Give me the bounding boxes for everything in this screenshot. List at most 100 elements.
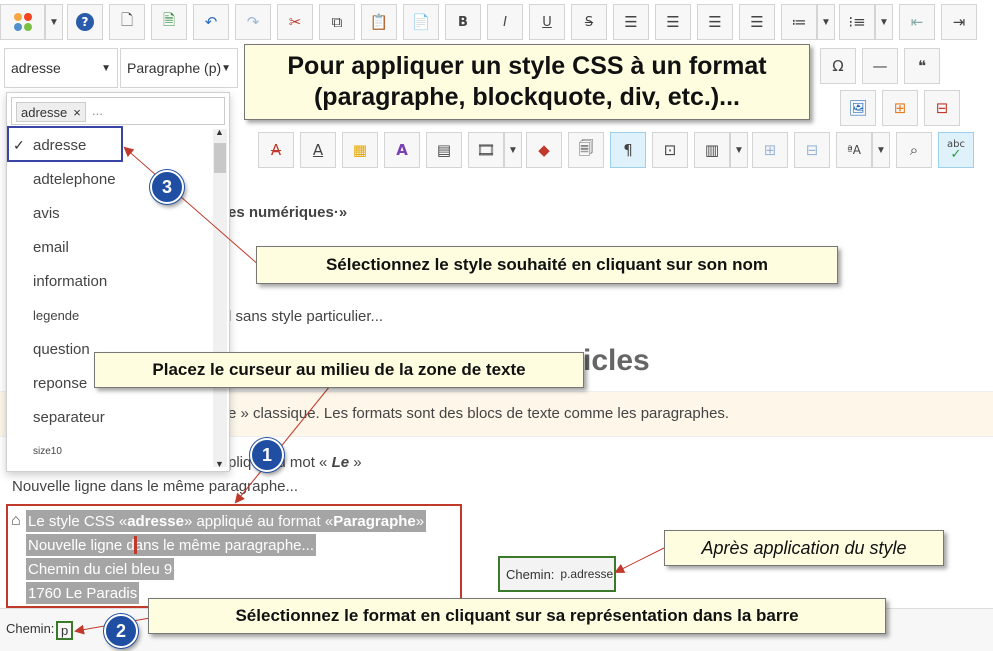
editor-line: pliq u mot « Le »	[228, 454, 362, 471]
format-select[interactable]: Paragraphe (p) ▼	[120, 48, 238, 88]
media-caret[interactable]: ▼	[504, 132, 522, 168]
text-color-icon[interactable]: A	[384, 132, 420, 168]
numbered-list-caret[interactable]: ▼	[817, 4, 835, 40]
show-blocks-button[interactable]: ¶	[610, 132, 646, 168]
style-option[interactable]: adresse	[33, 137, 86, 154]
search-placeholder[interactable]: ...	[92, 103, 103, 118]
style-option[interactable]: size10	[33, 446, 62, 457]
find-icon[interactable]: ⌕	[896, 132, 932, 168]
delete-row-icon[interactable]: ⊟	[924, 90, 960, 126]
style-option[interactable]: separateur	[33, 409, 105, 426]
callout-select-style: Sélectionnez le style souhaité en cliqua…	[256, 246, 838, 284]
text-fragment: »	[349, 454, 362, 471]
align-justify-icon[interactable]: ☰	[613, 4, 649, 40]
bullet-list-caret[interactable]: ▼	[875, 4, 893, 40]
text-fragment: Le style CSS «	[28, 512, 128, 530]
style-option[interactable]: question	[33, 341, 90, 358]
spellcheck-button[interactable]: abc ✓	[938, 132, 974, 168]
redo-icon[interactable]: ↷	[235, 4, 271, 40]
step-1-marker: 1	[250, 438, 284, 472]
scroll-thumb[interactable]	[214, 143, 226, 173]
chevron-down-icon[interactable]: ▼	[215, 459, 224, 469]
paste-icon[interactable]: 📋	[361, 4, 397, 40]
strikethrough-button[interactable]: S	[571, 4, 607, 40]
blocks-icon[interactable]: ◆	[526, 132, 562, 168]
selected-line: Le style CSS « adresse » appliqué au for…	[26, 510, 427, 532]
align-right-icon[interactable]: ☰	[739, 4, 775, 40]
style-option[interactable]: avis	[33, 205, 60, 222]
image-icon[interactable]: 🖼	[840, 90, 876, 126]
style-dropdown: adresse × ... ✓ adresse adtelephone avis…	[6, 92, 230, 472]
joomla-icon[interactable]	[0, 4, 45, 40]
chevron-down-icon: ▼	[221, 62, 231, 74]
new-document-icon[interactable]: 🗋	[109, 4, 145, 40]
underline-text-icon[interactable]: A	[300, 132, 336, 168]
style-option[interactable]: reponse	[33, 375, 87, 392]
horizontal-rule-icon[interactable]: —	[862, 48, 898, 84]
callout-select-format: Sélectionnez le format en cliquant sur s…	[148, 598, 886, 634]
table-caret[interactable]: ▼	[730, 132, 748, 168]
undo-icon[interactable]: ↶	[193, 4, 229, 40]
after-path-value: p.adresse	[560, 567, 614, 581]
close-icon[interactable]: ×	[73, 105, 81, 120]
text-cursor	[134, 536, 137, 554]
style-option[interactable]: legende	[33, 308, 79, 323]
underline-button[interactable]: U	[529, 4, 565, 40]
path-element-p[interactable]: p	[56, 621, 74, 640]
text-fragment: » appliqué au format «	[183, 512, 334, 530]
callout-place-cursor: Placez le curseur au milieu de la zone d…	[94, 352, 584, 388]
style-select-value: adresse	[11, 60, 61, 76]
help-icon[interactable]: ?	[67, 4, 103, 40]
editor-line: Nouvelle ligne dans le même paragraphe..…	[12, 478, 299, 495]
remove-format-icon[interactable]: A	[258, 132, 294, 168]
template-icon[interactable]: ▦	[342, 132, 378, 168]
chevron-up-icon[interactable]: ▲	[215, 127, 224, 137]
style-option[interactable]: information	[33, 273, 107, 290]
italic-button[interactable]: I	[487, 4, 523, 40]
text-fragment: »	[415, 512, 425, 530]
align-left-icon[interactable]: ☰	[655, 4, 691, 40]
delete-column-icon[interactable]: ⊟	[794, 132, 830, 168]
selected-line: Nouvelle ligne dans le même paragraphe..…	[26, 534, 317, 556]
emphasis: Le	[331, 454, 350, 471]
chevron-down-icon: ▼	[101, 62, 111, 74]
joomla-dropdown-caret[interactable]: ▼	[45, 4, 63, 40]
style-option[interactable]: email	[33, 239, 69, 256]
media-icon[interactable]: 🎞	[468, 132, 504, 168]
text-fragment: pliq	[228, 454, 252, 471]
copy-icon[interactable]: ⧉	[319, 4, 355, 40]
selected-line: 1760 Le Paradis	[26, 582, 140, 604]
font-size-caret[interactable]: ▼	[872, 132, 890, 168]
numbered-list-icon[interactable]: ≔	[781, 4, 817, 40]
layout-icon[interactable]: ▤	[426, 132, 462, 168]
selected-style-tag: adresse ×	[16, 102, 86, 122]
outdent-icon[interactable]: ⇤	[899, 4, 935, 40]
paste-text-icon[interactable]: 📄	[403, 4, 439, 40]
style-select[interactable]: adresse ▼	[4, 48, 118, 88]
page-break-icon[interactable]: ⊡	[652, 132, 688, 168]
insert-row-icon[interactable]: ⊞	[882, 90, 918, 126]
insert-file-icon[interactable]: 🗎	[151, 4, 187, 40]
indent-icon[interactable]: ⇥	[941, 4, 977, 40]
style-option[interactable]: adtelephone	[33, 171, 116, 188]
editor-line: es numériques·»	[228, 204, 348, 221]
blockquote-button[interactable]: ❝	[904, 48, 940, 84]
text-fragment: adresse	[127, 512, 184, 530]
selected-line: Chemin du ciel bleu 9	[26, 558, 175, 580]
step-2-marker: 2	[104, 614, 138, 648]
bullet-list-icon[interactable]: ⁝≡	[839, 4, 875, 40]
cut-icon[interactable]: ✂	[277, 4, 313, 40]
bold-button[interactable]: B	[445, 4, 481, 40]
check-icon: ✓	[950, 147, 962, 162]
page-icon[interactable]: 🗐	[568, 132, 604, 168]
font-size-icon[interactable]: ªA	[836, 132, 872, 168]
text-fragment: u mot «	[277, 454, 332, 471]
table-icon[interactable]: ▥	[694, 132, 730, 168]
special-char-button[interactable]: Ω	[820, 48, 856, 84]
tag-label: adresse	[21, 104, 68, 120]
align-center-icon[interactable]: ☰	[697, 4, 733, 40]
insert-column-icon[interactable]: ⊞	[752, 132, 788, 168]
dropdown-scrollbar[interactable]: ▲ ▼	[213, 127, 227, 469]
style-search[interactable]: adresse × ...	[11, 97, 225, 125]
after-path-box: Chemin: p.adresse	[498, 556, 616, 592]
